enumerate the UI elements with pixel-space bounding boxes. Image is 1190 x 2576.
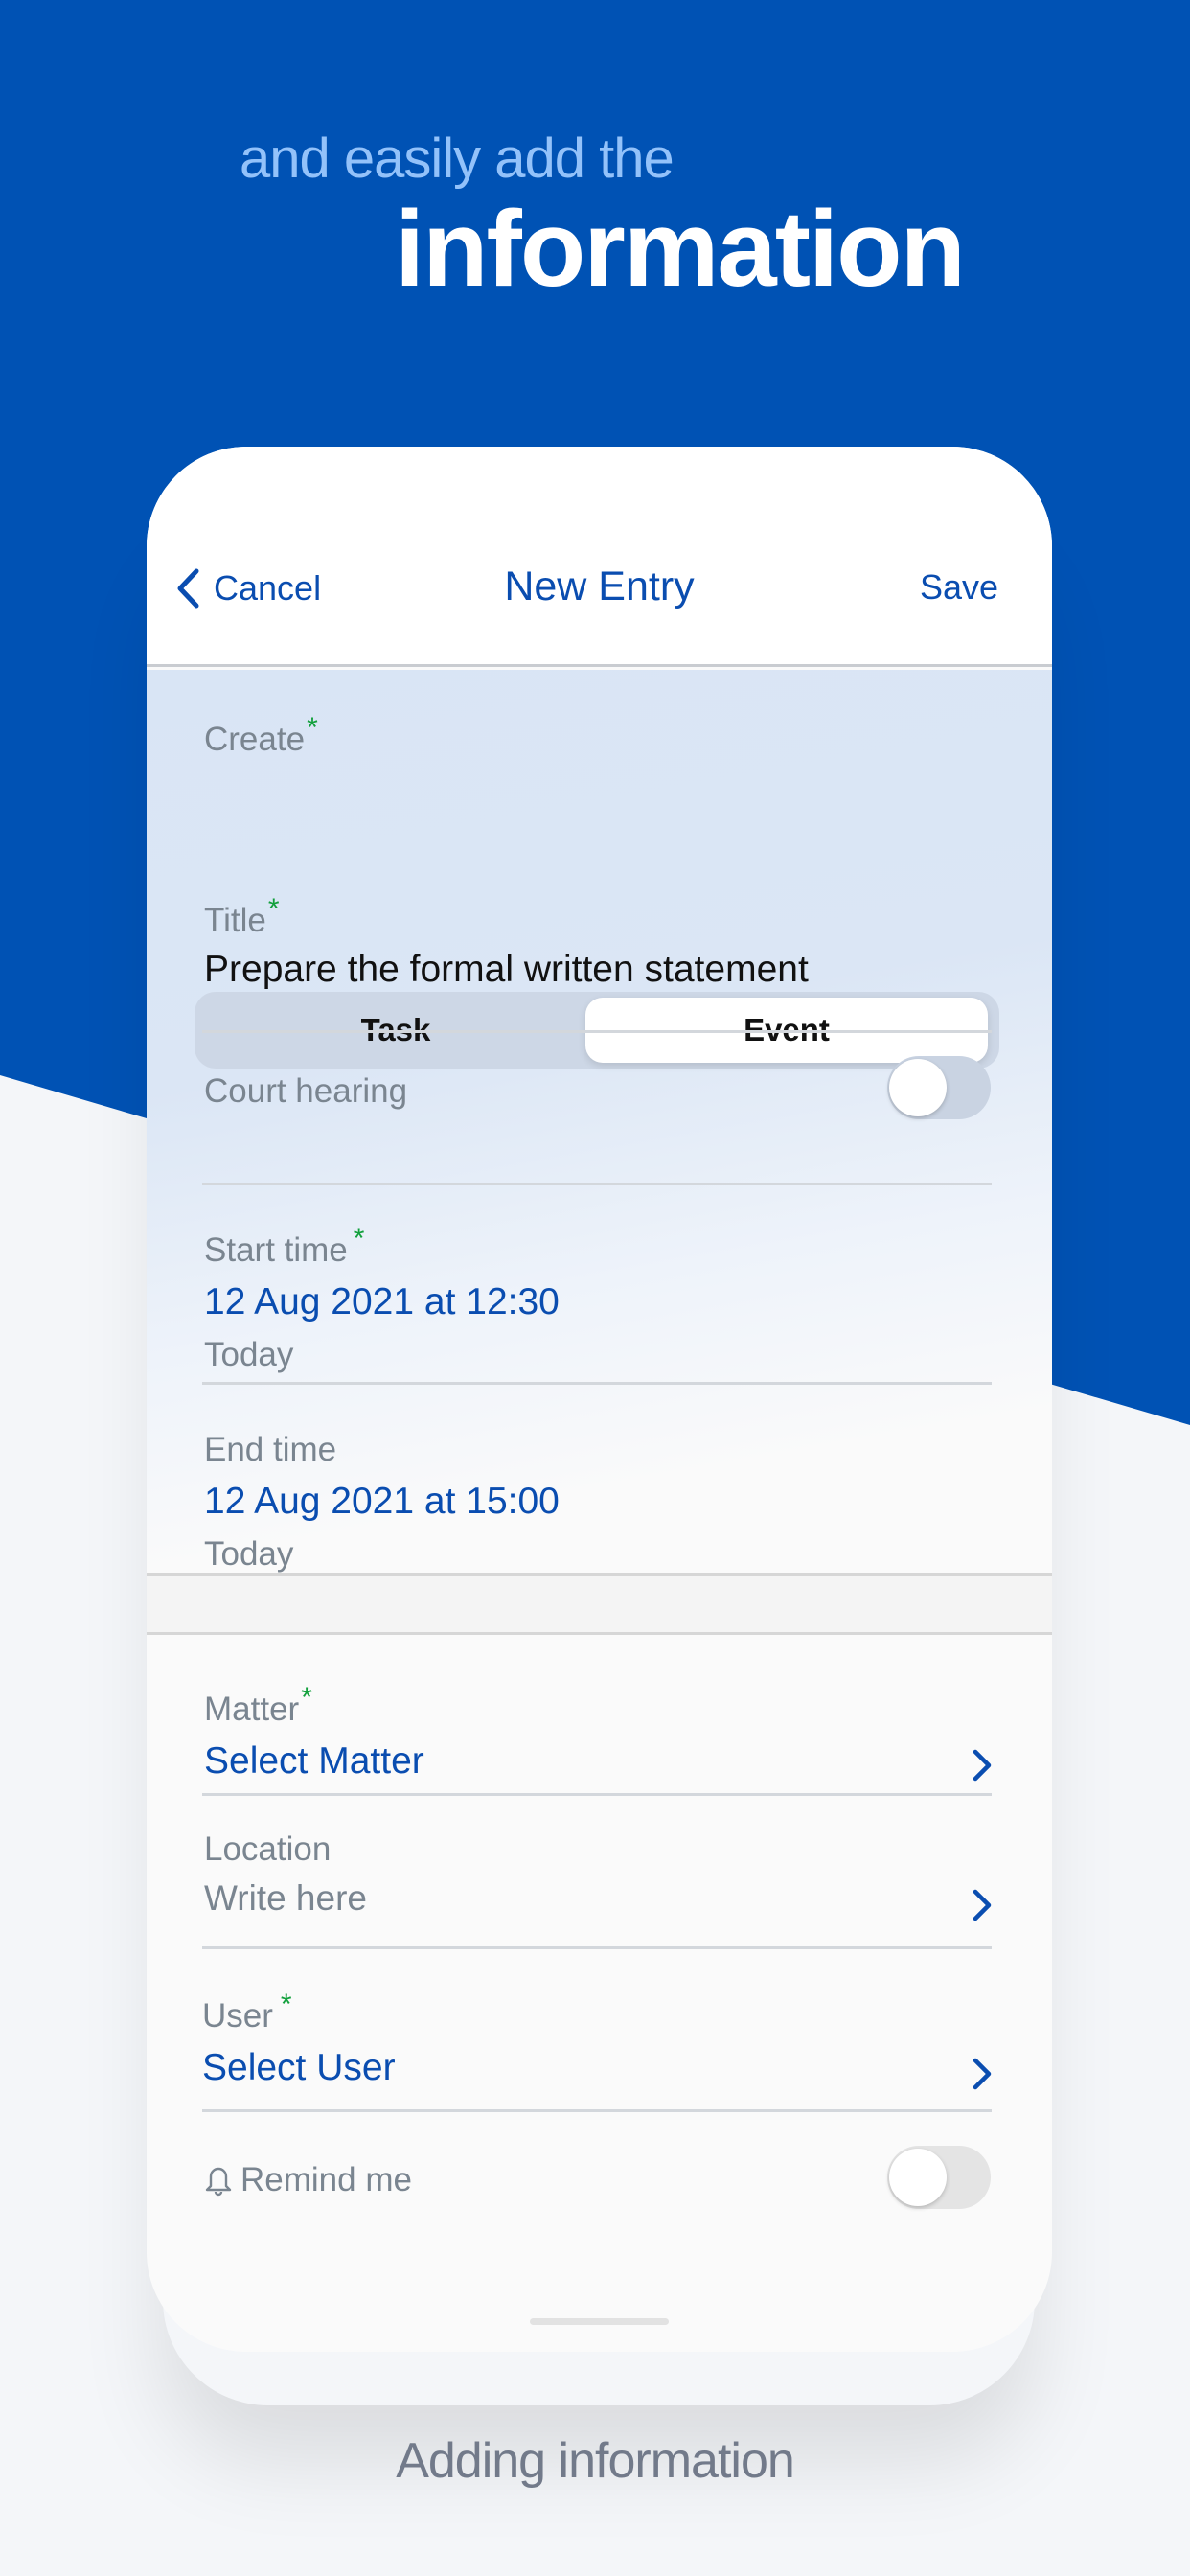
user-label-text: User	[202, 1997, 273, 2035]
home-indicator	[530, 2318, 669, 2325]
navigation-bar: Cancel New Entry Save	[147, 447, 1052, 667]
location-input[interactable]: Write here	[204, 1878, 367, 1919]
end-time-label: End time	[204, 1431, 337, 1468]
chevron-right-icon	[973, 2058, 992, 2090]
matter-label-text: Matter	[204, 1690, 300, 1728]
phone-frame: Cancel New Entry Save Create* Task Event…	[147, 447, 1052, 2352]
required-mark: *	[301, 1682, 312, 1714]
required-mark: *	[267, 893, 280, 925]
toggle-knob	[889, 1059, 947, 1116]
location-row[interactable]: Location Write here	[147, 1796, 1052, 1944]
user-label: User *	[202, 1989, 292, 2036]
title-input[interactable]: Prepare the formal written statement	[204, 949, 809, 991]
remind-me-label-group: Remind me	[202, 2161, 412, 2199]
court-hearing-label: Court hearing	[204, 1072, 408, 1110]
toggle-knob	[889, 2149, 947, 2206]
court-hearing-toggle[interactable]	[887, 1056, 991, 1119]
start-time-row[interactable]: Start time * 12 Aug 2021 at 12:30 Today	[147, 1187, 1052, 1379]
matter-select-value: Select Matter	[204, 1740, 424, 1782]
section-separator	[147, 1573, 1052, 1635]
divider	[202, 1183, 992, 1185]
required-mark: *	[280, 1989, 292, 2020]
title-label-text: Title	[204, 902, 266, 939]
page-title: New Entry	[504, 564, 695, 610]
start-time-relative: Today	[204, 1336, 294, 1373]
remind-me-label: Remind me	[240, 2161, 412, 2198]
divider	[202, 1030, 992, 1033]
chevron-right-icon	[973, 1889, 992, 1921]
end-time-row[interactable]: End time 12 Aug 2021 at 15:00 Today	[147, 1387, 1052, 1573]
event-details-section: Create* Task Event Title* Prepare the fo…	[147, 670, 1052, 1573]
start-time-value: 12 Aug 2021 at 12:30	[204, 1281, 560, 1322]
bell-icon	[205, 2167, 232, 2196]
matter-row[interactable]: Matter* Select Matter	[147, 1638, 1052, 1782]
matter-label: Matter*	[204, 1682, 312, 1729]
remind-me-toggle[interactable]	[887, 2146, 991, 2209]
end-time-value: 12 Aug 2021 at 15:00	[204, 1481, 560, 1522]
required-mark: *	[307, 712, 318, 744]
required-mark: *	[353, 1223, 365, 1254]
start-time-label-text: Start time	[204, 1231, 348, 1269]
create-label-text: Create	[204, 721, 306, 758]
save-button[interactable]: Save	[920, 567, 998, 608]
chevron-right-icon	[973, 1749, 992, 1782]
headline-subtitle: and easily add the	[240, 127, 675, 190]
user-row[interactable]: User * Select User	[147, 1949, 1052, 2107]
start-time-label: Start time *	[204, 1223, 364, 1270]
screen-caption: Adding information	[396, 2433, 795, 2489]
headline-title: information	[395, 189, 966, 309]
end-time-relative: Today	[204, 1535, 294, 1573]
user-select-value: Select User	[202, 2047, 396, 2088]
divider	[202, 2109, 992, 2112]
location-label: Location	[204, 1830, 332, 1868]
title-label: Title*	[204, 893, 280, 940]
create-label: Create*	[204, 712, 318, 759]
divider	[202, 1382, 992, 1385]
